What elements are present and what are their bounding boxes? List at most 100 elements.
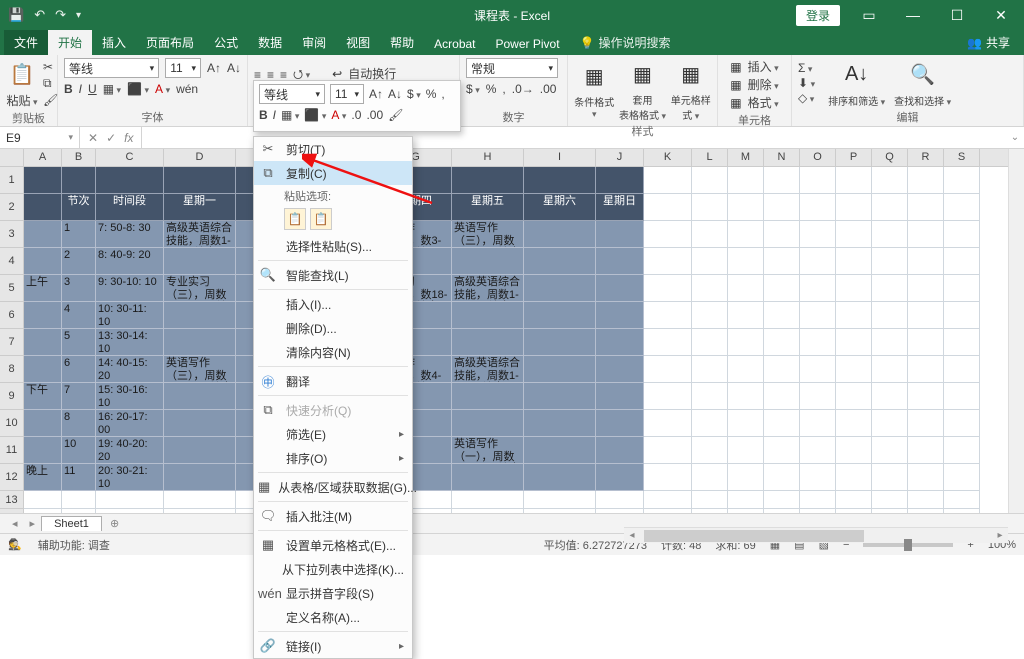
cell[interactable]	[872, 383, 908, 410]
cell[interactable]	[728, 437, 764, 464]
cell[interactable]	[800, 167, 836, 194]
cell[interactable]: 16: 20-17: 00	[96, 410, 164, 437]
cell[interactable]	[524, 383, 596, 410]
cell[interactable]	[596, 509, 644, 513]
vertical-scrollbar[interactable]	[1008, 149, 1024, 513]
undo-icon[interactable]: ↶	[34, 7, 45, 23]
cell[interactable]	[728, 167, 764, 194]
column-header-L[interactable]: L	[692, 149, 728, 166]
cell[interactable]	[524, 509, 596, 513]
cell[interactable]	[524, 248, 596, 275]
column-header-I[interactable]: I	[524, 149, 596, 166]
fx-icon[interactable]: fx	[124, 131, 133, 145]
cell[interactable]	[692, 275, 728, 302]
cell[interactable]	[764, 167, 800, 194]
column-header-P[interactable]: P	[836, 149, 872, 166]
cell[interactable]	[872, 302, 908, 329]
cell[interactable]	[452, 464, 524, 491]
cell[interactable]	[692, 509, 728, 513]
row-header[interactable]: 11	[0, 437, 24, 464]
mini-grow-font-icon[interactable]: A↑	[369, 87, 383, 101]
column-header-Q[interactable]: Q	[872, 149, 908, 166]
cell[interactable]	[764, 275, 800, 302]
cell[interactable]	[728, 464, 764, 491]
zoom-slider[interactable]	[863, 543, 953, 547]
cell[interactable]	[764, 491, 800, 509]
cell[interactable]	[164, 329, 236, 356]
cell[interactable]	[692, 491, 728, 509]
cell[interactable]: 高级英语综合技能，周数1-3周，地点4-320，英语154班，34人（1-	[164, 221, 236, 248]
cell[interactable]: 英语写作（三），周数3-14周，地点4-310，英语173班，30人（1-3）节	[452, 221, 524, 248]
tab-formulas[interactable]: 公式	[204, 30, 248, 55]
delete-cells-button[interactable]: 删除	[748, 76, 779, 93]
name-box[interactable]: E9▾	[0, 127, 80, 148]
cell[interactable]	[728, 410, 764, 437]
cell[interactable]	[524, 437, 596, 464]
cell[interactable]	[800, 410, 836, 437]
paste-opt-2[interactable]: 📋	[310, 208, 332, 230]
cell[interactable]	[764, 464, 800, 491]
cell[interactable]	[944, 167, 980, 194]
row-header[interactable]: 12	[0, 464, 24, 491]
sheet-nav-prev-icon[interactable]: ◂	[6, 517, 24, 530]
cell[interactable]	[644, 221, 692, 248]
cell[interactable]	[596, 491, 644, 509]
tab-view[interactable]: 视图	[336, 30, 380, 55]
cell[interactable]: 8: 40-9: 20	[96, 248, 164, 275]
tab-review[interactable]: 审阅	[292, 30, 336, 55]
cell[interactable]	[764, 437, 800, 464]
mini-currency-icon[interactable]: $	[407, 87, 421, 101]
cell[interactable]	[644, 437, 692, 464]
cell[interactable]	[836, 437, 872, 464]
paste-opt-1[interactable]: 📋	[284, 208, 306, 230]
cell[interactable]: 星期一	[164, 194, 236, 221]
mini-inc-dec-icon[interactable]: .0	[351, 108, 361, 122]
cell[interactable]	[164, 509, 236, 513]
column-header-N[interactable]: N	[764, 149, 800, 166]
cell[interactable]	[644, 167, 692, 194]
cell[interactable]	[728, 491, 764, 509]
worksheet-grid[interactable]: ABCDEFGHIJKLMNOPQRS 12节次时间段星期一星期四星期五星期六星…	[0, 149, 1024, 513]
cell[interactable]	[908, 437, 944, 464]
cell[interactable]: 4	[62, 302, 96, 329]
cell[interactable]	[524, 329, 596, 356]
cell[interactable]: 英语写作（一），周数4-15周，地点4-325，英语183班，33人（6-7）节	[452, 437, 524, 464]
cell[interactable]	[24, 509, 62, 513]
cell[interactable]	[944, 221, 980, 248]
cell[interactable]	[764, 356, 800, 383]
cell[interactable]	[836, 275, 872, 302]
ctx-link[interactable]: 🔗链接(I)	[254, 634, 412, 658]
cell[interactable]	[596, 410, 644, 437]
ctx-smart-lookup[interactable]: 🔍智能查找(L)	[254, 263, 412, 287]
font-size[interactable]: 11	[170, 61, 182, 75]
cell[interactable]	[944, 509, 980, 513]
cell[interactable]: 时间段	[96, 194, 164, 221]
cell[interactable]	[800, 356, 836, 383]
cell[interactable]	[164, 248, 236, 275]
minimize-icon[interactable]: —	[898, 7, 928, 23]
column-header-A[interactable]: A	[24, 149, 62, 166]
row-header[interactable]: 5	[0, 275, 24, 302]
mini-comma-icon[interactable]: ,	[441, 87, 444, 101]
ctx-insert[interactable]: 插入(I)...	[254, 292, 412, 316]
cell[interactable]: 14: 40-15: 20	[96, 356, 164, 383]
share-button[interactable]: 👥共享	[953, 30, 1024, 55]
row-header[interactable]: 6	[0, 302, 24, 329]
column-header-D[interactable]: D	[164, 149, 236, 166]
mini-font-size[interactable]: 11	[335, 87, 347, 101]
mini-dec-dec-icon[interactable]: .00	[366, 108, 383, 122]
ctx-cut[interactable]: ✂剪切(T)	[254, 137, 412, 161]
shrink-font-icon[interactable]: A↓	[227, 61, 241, 75]
column-header-C[interactable]: C	[96, 149, 164, 166]
cell[interactable]	[908, 491, 944, 509]
cell[interactable]: 15: 30-16: 10	[96, 383, 164, 410]
cell[interactable]	[872, 329, 908, 356]
cell[interactable]	[728, 302, 764, 329]
horizontal-scrollbar[interactable]: ◂▸	[624, 527, 1008, 543]
cell[interactable]	[872, 410, 908, 437]
cell[interactable]	[24, 302, 62, 329]
cell[interactable]	[872, 275, 908, 302]
cell[interactable]	[596, 437, 644, 464]
cell[interactable]	[692, 437, 728, 464]
autosum-icon[interactable]: Σ	[798, 61, 815, 75]
